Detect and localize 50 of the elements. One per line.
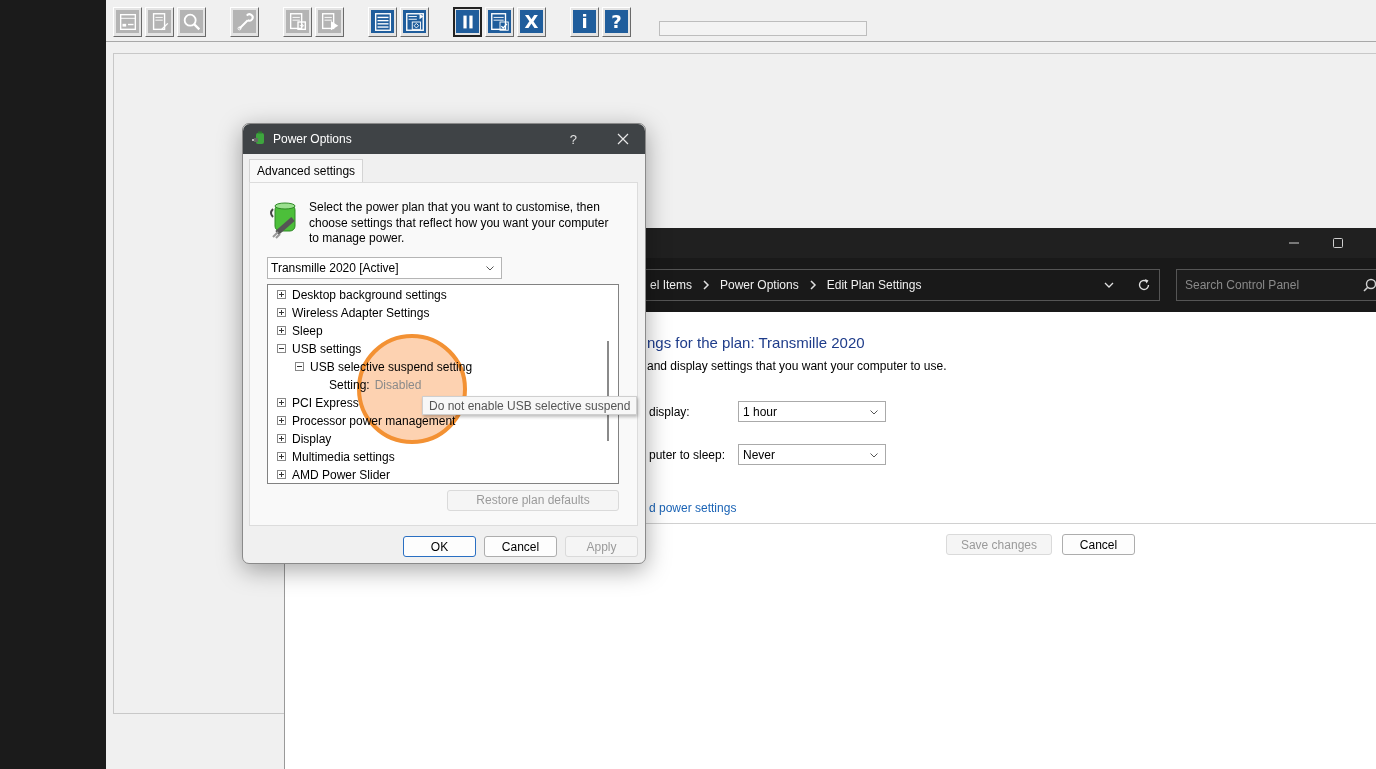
breadcrumb-item[interactable]: Edit Plan Settings <box>826 278 922 292</box>
tree-item[interactable]: Wireless Adapter Settings <box>292 305 430 320</box>
checklist-icon <box>488 10 511 33</box>
power-plug-icon <box>251 131 267 147</box>
toolbar-button[interactable]: X <box>517 6 546 37</box>
dialog-button[interactable]: Cancel <box>484 536 557 557</box>
tree-item[interactable]: USB settings <box>292 341 362 356</box>
plan-dropdown[interactable]: Transmille 2020 [Active] <box>267 256 502 279</box>
toolbar-button[interactable] <box>453 6 482 37</box>
page-description: and display settings that you want your computer to use. <box>647 359 947 373</box>
close-icon <box>617 133 629 145</box>
tree-item[interactable]: AMD Power Slider <box>292 467 391 482</box>
chevron-right-icon <box>702 280 710 290</box>
form-icon <box>403 10 426 33</box>
page-heading: ngs for the plan: Transmille 2020 <box>647 334 865 351</box>
tree-item[interactable]: PCI Express <box>292 395 359 410</box>
tree-item[interactable]: Desktop background settings <box>292 287 447 302</box>
expand-icon[interactable] <box>277 470 286 479</box>
tree-item[interactable]: Multimedia settings <box>292 449 395 464</box>
expand-icon[interactable] <box>277 398 286 407</box>
dialog-button[interactable]: Cancel <box>1062 534 1135 555</box>
help-button[interactable]: ? <box>563 131 583 147</box>
expand-icon[interactable] <box>277 308 286 317</box>
chevron-right-icon <box>808 280 817 290</box>
toolbar-button[interactable]: i <box>570 6 599 37</box>
expand-icon[interactable] <box>277 452 286 461</box>
dialog-button[interactable]: OK <box>403 536 476 557</box>
expand-icon[interactable] <box>277 290 286 299</box>
expand-icon[interactable] <box>277 416 286 425</box>
tab[interactable]: Advanced settings <box>249 159 364 182</box>
setting-label: display: <box>648 404 691 419</box>
tree-item[interactable]: Sleep <box>292 323 323 338</box>
collapse-icon[interactable] <box>295 362 304 371</box>
settings-link[interactable]: d power settings <box>647 501 737 515</box>
dropdown[interactable]: Never <box>738 444 886 465</box>
window-title: Power Options <box>273 132 353 146</box>
expand-icon[interactable] <box>277 326 286 335</box>
dropdown[interactable]: 1 hour <box>738 401 886 422</box>
maximize-icon <box>1332 237 1344 249</box>
collapse-icon[interactable] <box>277 344 286 353</box>
refresh-icon <box>1137 278 1151 292</box>
breadcrumb-item[interactable]: Power Options <box>720 278 799 292</box>
toolbar-button[interactable]: ? <box>602 6 631 37</box>
breadcrumb-item[interactable]: el Items <box>650 278 692 292</box>
tooltip: Do not enable USB selective suspend <box>422 396 638 415</box>
instruction-text: Select the power plan that you want to customise, then choose settings that reflect how you want your computer to manage power. <box>309 200 610 247</box>
setting-label: puter to sleep: <box>648 447 727 462</box>
expand-icon[interactable] <box>277 434 286 443</box>
search-field[interactable]: Search Control Panel <box>1176 269 1376 301</box>
tree-item[interactable]: Display <box>292 431 332 446</box>
